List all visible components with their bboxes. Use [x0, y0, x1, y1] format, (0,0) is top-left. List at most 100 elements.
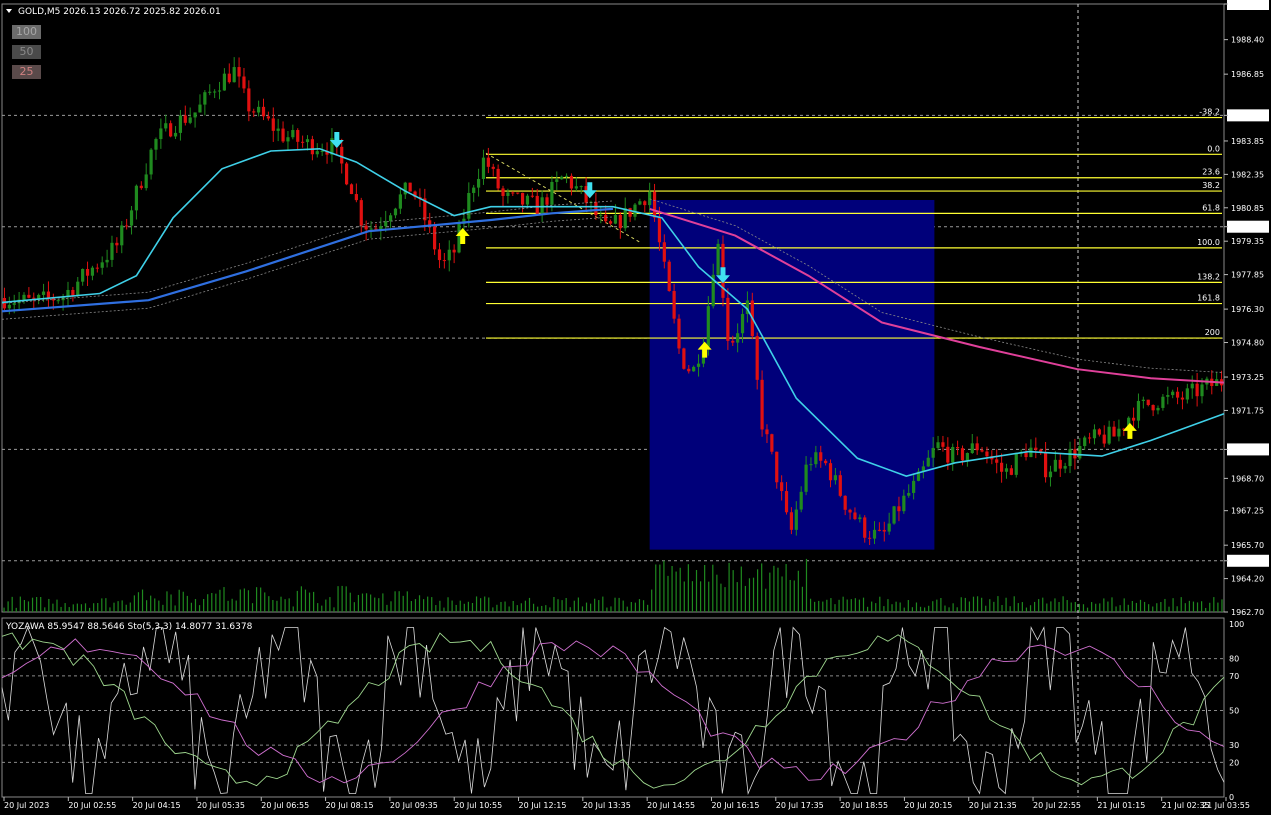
candle-body — [1117, 428, 1121, 437]
candle-body — [1058, 459, 1062, 469]
zoom-100-button[interactable]: 100 — [12, 25, 41, 39]
candle-body — [437, 249, 442, 261]
candle-body — [129, 210, 134, 226]
time-axis-label: 21 Jul 01:15 — [1097, 801, 1145, 810]
candle-body — [1034, 447, 1038, 450]
candle-body — [257, 106, 261, 113]
candle-body — [340, 146, 344, 164]
candle-body — [1043, 452, 1048, 478]
candle-body — [281, 128, 285, 142]
candle-body — [550, 181, 554, 205]
candle-body — [740, 314, 745, 334]
candle-body — [682, 348, 686, 369]
candle-body — [154, 139, 158, 150]
candle-body — [525, 195, 530, 205]
candle-body — [232, 67, 236, 83]
candle-body — [613, 214, 618, 224]
candle-body — [951, 447, 955, 463]
candle-body — [535, 195, 539, 214]
time-axis-label: 20 Jul 08:15 — [326, 801, 374, 810]
candle-body — [276, 128, 280, 131]
candle-body — [628, 208, 632, 217]
candle-body — [1068, 449, 1072, 467]
fibo-level-label: -38.2 — [1199, 108, 1220, 117]
candle-body — [907, 492, 911, 496]
fibo-level-label: 23.6 — [1202, 168, 1220, 177]
candle-body — [81, 269, 85, 282]
buy-arrow-icon — [1122, 422, 1137, 439]
candle-body — [506, 192, 510, 196]
candle-body — [843, 495, 847, 510]
time-axis-label: 20 Jul 16:15 — [711, 801, 759, 810]
candle-body — [677, 318, 681, 349]
candle-body — [452, 249, 456, 253]
candle-body — [178, 115, 183, 133]
candle-body — [848, 509, 852, 513]
candle-body — [310, 139, 314, 155]
candle-body — [956, 447, 960, 449]
candle-body — [222, 73, 227, 91]
zoom-50-button[interactable]: 50 — [12, 45, 41, 59]
highlight-box[interactable] — [649, 199, 935, 550]
candle-body — [105, 259, 109, 263]
trading-chart[interactable]: -38.2 0.0 23.6 38.2 61.8 100.0 138.2 161.8 200 1… — [0, 0, 1271, 815]
candle-body — [985, 451, 989, 457]
candle-body — [736, 333, 740, 343]
time-axis-label: 20 Jul 2023 — [4, 801, 49, 810]
candle-body — [345, 163, 349, 185]
candle-body — [604, 214, 608, 222]
price-axis-label: 1977.85 — [1231, 271, 1264, 280]
price-axis-label: 1973.25 — [1231, 373, 1264, 382]
candle-body — [995, 459, 999, 463]
time-axis-label: 20 Jul 18:55 — [840, 801, 888, 810]
time-axis-label: 20 Jul 06:55 — [261, 801, 309, 810]
chart-menu-icon[interactable] — [6, 9, 12, 13]
candle-body — [545, 197, 549, 205]
candle-body — [134, 185, 139, 211]
oscillator-axis-label: 80 — [1229, 655, 1239, 664]
price-axis-label: 1971.75 — [1231, 406, 1264, 415]
candle-body — [144, 174, 148, 189]
candle-body — [354, 194, 358, 201]
candle-body — [1151, 405, 1155, 411]
blue-ma-line — [1, 207, 614, 313]
candle-body — [1078, 446, 1082, 459]
candle-body — [882, 529, 886, 532]
candle-body — [501, 188, 505, 196]
candle-body — [574, 186, 578, 189]
candle-body — [217, 90, 222, 92]
candle-body — [853, 512, 857, 520]
oscillator-axis-label: 30 — [1229, 741, 1239, 750]
candle-body — [784, 491, 789, 513]
candle-body — [173, 132, 178, 137]
candle-body — [599, 214, 603, 216]
candle-body — [100, 262, 104, 268]
candle-body — [946, 446, 950, 463]
candle-body — [27, 294, 31, 298]
candle-body — [85, 269, 90, 276]
time-axis-label: 20 Jul 13:35 — [583, 801, 631, 810]
candle-body — [125, 225, 129, 227]
candle-body — [1014, 453, 1018, 475]
candle-body — [71, 289, 75, 296]
candle-body — [364, 225, 368, 230]
time-axis-label: 20 Jul 10:55 — [454, 801, 502, 810]
oscillator-panel[interactable] — [1, 617, 1225, 798]
candle-body — [692, 366, 696, 372]
price-axis-label: 1985.00 — [1231, 111, 1264, 120]
candle-body — [110, 242, 114, 260]
candle-body — [369, 228, 373, 230]
candle-body — [897, 506, 901, 512]
candle-body — [965, 453, 969, 461]
candle-body — [775, 451, 779, 483]
zoom-25-button[interactable]: 25 — [12, 65, 41, 79]
candle-body — [203, 92, 207, 105]
candle-body — [1112, 426, 1116, 437]
candle-body — [765, 429, 769, 435]
candle-body — [560, 176, 564, 180]
candle-body — [159, 128, 163, 140]
price-axis-label: 1967.25 — [1231, 507, 1264, 516]
time-axis-label: 20 Jul 02:55 — [68, 801, 116, 810]
candle-body — [760, 379, 764, 430]
fibo-trend-line — [485, 152, 641, 243]
